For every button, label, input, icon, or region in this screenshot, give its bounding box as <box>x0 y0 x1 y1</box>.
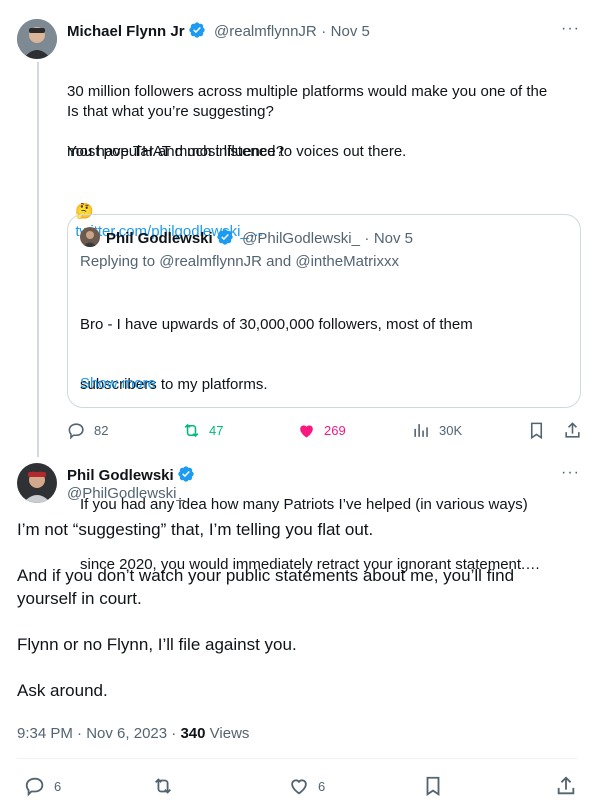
tweet-date[interactable]: Nov 5 <box>331 23 370 40</box>
text-line: yourself in court. <box>17 589 142 608</box>
timestamp-row: 9:34 PM · Nov 6, 2023 · 340 Views <box>17 725 249 742</box>
replying-user: @realmflynnJR <box>159 253 262 270</box>
reply-count: 82 <box>94 423 109 438</box>
handle[interactable]: @realmflynnJR <box>214 23 317 40</box>
repost-icon <box>155 778 171 794</box>
separator: · <box>171 725 177 742</box>
text-line: 30 million followers across multiple pla… <box>67 83 548 100</box>
views-label: Views <box>209 725 250 742</box>
text-paragraph: Flynn or no Flynn, I’ll file against you… <box>17 635 297 654</box>
like-button[interactable]: 269 <box>297 421 346 440</box>
reply-icon <box>68 423 84 440</box>
text-influence: You have THAT much influence? <box>67 143 285 160</box>
quote-header: Phil Godlewski @PhilGodlewski_ · Nov 5 <box>106 228 413 251</box>
tweet-time[interactable]: 9:34 PM <box>17 725 73 742</box>
more-options-icon[interactable]: ··· <box>561 464 580 482</box>
heart-filled-icon <box>300 425 313 438</box>
text-paragraph: I’m not “suggesting” that, I’m telling y… <box>17 520 374 539</box>
replying-prefix: Replying to <box>80 253 156 270</box>
heart-icon <box>291 779 307 795</box>
repost-button[interactable]: 47 <box>182 421 223 440</box>
repost-button[interactable] <box>152 775 174 802</box>
like-button[interactable]: 6 <box>288 775 325 797</box>
text-question: Is that what you’re suggesting? <box>67 103 274 120</box>
quote-avatar <box>80 227 100 247</box>
separator: · <box>77 725 83 742</box>
separator: · <box>364 230 370 247</box>
reply-button[interactable]: 82 <box>67 421 108 440</box>
bookmark-icon[interactable] <box>422 775 444 802</box>
verified-badge-icon <box>188 21 206 44</box>
views-count: 30K <box>439 423 463 438</box>
text-line: And if you don’t watch your public state… <box>17 566 515 585</box>
replying-and: and <box>266 253 292 270</box>
quote-display-name: Phil Godlewski <box>106 230 213 247</box>
main-tweet-text: I’m not “suggesting” that, I’m telling y… <box>17 518 577 702</box>
show-more-link[interactable]: Show more <box>80 375 156 392</box>
display-name[interactable]: Phil Godlewski <box>67 467 174 484</box>
handle[interactable]: @PhilGodlewski_ <box>67 485 185 502</box>
thread-line <box>37 62 39 457</box>
views-chart-icon <box>414 424 428 437</box>
like-count: 6 <box>318 778 326 794</box>
like-count: 269 <box>324 423 346 438</box>
reply-icon <box>25 777 44 797</box>
bookmark-icon[interactable] <box>527 421 546 445</box>
repost-icon <box>184 423 199 438</box>
quote-date: Nov 5 <box>373 230 414 247</box>
separator: · <box>321 23 327 40</box>
replying-user: @intheMatrixxx <box>295 253 399 270</box>
tweet-header: Michael Flynn Jr @realmflynnJR · Nov 5 <box>67 21 370 44</box>
divider <box>17 758 577 759</box>
replying-to: Replying to @realmflynnJR and @intheMatr… <box>80 253 399 270</box>
tweet-full-date[interactable]: Nov 6, 2023 <box>86 725 167 742</box>
reply-count: 6 <box>54 778 62 794</box>
avatar-image <box>17 463 57 503</box>
avatar-image <box>17 19 57 59</box>
text-line: Bro - I have upwards of 30,000,000 follo… <box>80 316 473 333</box>
reply-button[interactable]: 6 <box>24 775 61 797</box>
verified-badge-icon <box>216 228 234 251</box>
quote-tweet-card[interactable]: Phil Godlewski @PhilGodlewski_ · Nov 5 R… <box>67 214 581 573</box>
avatar-phil-godlewski[interactable] <box>17 463 57 503</box>
avatar-michael-flynn[interactable] <box>17 19 57 59</box>
text-paragraph: Ask around. <box>17 681 108 700</box>
display-name[interactable]: Michael Flynn Jr <box>67 23 185 40</box>
more-options-icon[interactable]: ··· <box>561 20 580 38</box>
share-icon[interactable] <box>555 775 577 802</box>
quote-handle: @PhilGodlewski_ <box>242 230 360 247</box>
repost-count: 47 <box>209 423 224 438</box>
views-count: 340 <box>180 725 206 742</box>
views-button[interactable]: 30K <box>412 421 462 440</box>
share-icon[interactable] <box>563 421 582 445</box>
